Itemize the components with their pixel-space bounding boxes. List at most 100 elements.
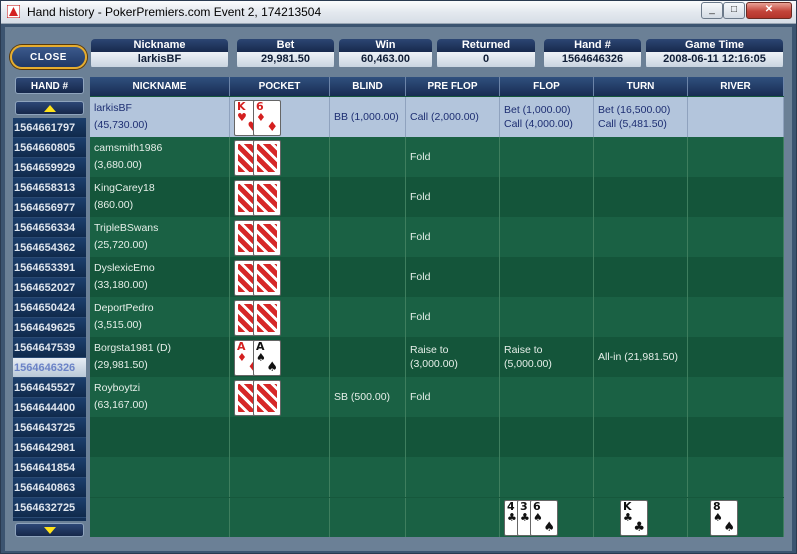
window-title: Hand history - PokerPremiers.com Event 2… <box>27 5 322 19</box>
arrow-up-icon <box>44 105 56 112</box>
hand-number-item[interactable]: 1564645527 <box>13 378 86 398</box>
cell-empty <box>594 417 688 457</box>
hand-number-item[interactable]: 1564656334 <box>13 218 86 238</box>
cell-turn: All-in (21,981.50) <box>594 337 688 377</box>
hand-number-item[interactable]: 1564650424 <box>13 298 86 318</box>
summary-label: Win <box>339 39 432 52</box>
hand-number-item[interactable]: 1564646326 <box>13 358 86 378</box>
table-row[interactable]: DyslexicEmo (33,180.00) Fold <box>90 257 784 297</box>
playing-card: A ♠ ♠ <box>253 340 281 376</box>
table-row[interactable]: camsmith1986 (3,680.00) Fold <box>90 137 784 177</box>
card-back <box>253 380 281 416</box>
hand-number-item[interactable]: 1564654362 <box>13 238 86 258</box>
title-bar[interactable]: Hand history - PokerPremiers.com Event 2… <box>1 1 796 24</box>
cell-empty <box>90 417 230 457</box>
hand-history-window: Hand history - PokerPremiers.com Event 2… <box>0 0 797 554</box>
column-header-flop[interactable]: FLOP <box>500 77 594 96</box>
summary-label: Nickname <box>91 39 228 52</box>
player-chips: (29,981.50) <box>94 359 148 371</box>
cell-nickname: DeportPedro (3,515.00) <box>90 297 230 337</box>
summary-value: 1564646326 <box>544 52 641 67</box>
table-row[interactable]: DeportPedro (3,515.00) Fold <box>90 297 784 337</box>
cell-turn <box>594 217 688 257</box>
cell-turn <box>594 137 688 177</box>
close-button[interactable]: CLOSE <box>10 45 87 69</box>
column-header-pre-flop[interactable]: PRE FLOP <box>406 77 500 96</box>
hand-number-item[interactable]: 1564644400 <box>13 398 86 418</box>
card-suit-icon: ♣ <box>507 511 517 524</box>
hand-number-item[interactable]: 1564641854 <box>13 458 86 478</box>
scroll-up-button[interactable] <box>15 101 84 115</box>
action-preflop: Fold <box>410 271 431 283</box>
summary-hand: Hand #1564646326 <box>544 39 641 69</box>
cell-pre-flop: Raise to (3,000.00) <box>406 337 500 377</box>
action-preflop: Fold <box>410 231 431 243</box>
board-cards-row: 4♣♣3♣♣6♠♠K♣♣8♠♠ <box>90 498 784 537</box>
hand-number-item[interactable]: 1564632725 <box>13 498 86 518</box>
maximize-button[interactable]: □ <box>723 2 745 19</box>
blind-amount: SB (500.00) <box>334 391 391 403</box>
summary-nickname: Nickname larkisBF <box>91 39 228 69</box>
app-logo-icon <box>7 5 20 18</box>
action-turn: Call (5,481.50) <box>598 118 667 130</box>
card-suit-icon: ♣ <box>520 511 530 524</box>
column-header-turn[interactable]: TURN <box>594 77 688 96</box>
action-preflop: Raise to <box>410 344 449 356</box>
summary-label: Game Time <box>646 39 783 52</box>
cell-river <box>688 377 784 417</box>
table-row[interactable]: Royboytzi (63,167.00) SB (500.00) Fold <box>90 377 784 417</box>
summary-label: Bet <box>237 39 334 52</box>
table-row[interactable]: KingCarey18 (860.00) Fold <box>90 177 784 217</box>
table-header: NICKNAME POCKET BLIND PRE FLOP FLOP TURN RIVER <box>90 77 784 96</box>
column-header-river[interactable]: RIVER <box>688 77 784 96</box>
hand-number-item[interactable]: 1564652027 <box>13 278 86 298</box>
table-row[interactable]: larkisBF(45,730.00)K♥♥6♦♦BB (1,000.00)Ca… <box>90 97 784 137</box>
hand-number-item[interactable]: 1564656977 <box>13 198 86 218</box>
hand-number-item[interactable]: 1564647539 <box>13 338 86 358</box>
cell-turn: Bet (16,500.00) Call (5,481.50) <box>594 97 688 137</box>
hand-number-item[interactable]: 1564643725 <box>13 418 86 438</box>
hand-number-item[interactable]: 1564653391 <box>13 258 86 278</box>
player-name: DeportPedro <box>94 302 154 314</box>
cell-empty <box>500 417 594 457</box>
cell-blind <box>330 177 406 217</box>
scroll-down-button[interactable] <box>15 523 84 537</box>
cell-pocket <box>230 217 330 257</box>
card-back <box>253 180 281 216</box>
cell-turn <box>594 377 688 417</box>
column-header-blind[interactable]: BLIND <box>330 77 406 96</box>
summary-game-time: Game Time 2008-06-11 12:16:05 <box>646 39 783 69</box>
hand-number-item[interactable]: 1564660805 <box>13 138 86 158</box>
cell-river <box>688 137 784 177</box>
player-chips: (860.00) <box>94 199 134 211</box>
card-back <box>253 140 281 176</box>
minimize-button[interactable]: _ <box>701 2 723 19</box>
table-row[interactable]: TripleBSwans (25,720.00) Fold <box>90 217 784 257</box>
hand-history-table: NICKNAME POCKET BLIND PRE FLOP FLOP TURN RIVER… <box>90 77 784 537</box>
column-header-pocket[interactable]: POCKET <box>230 77 330 96</box>
cell-turn <box>594 257 688 297</box>
cell-flop <box>500 377 594 417</box>
hand-number-item[interactable]: 1564659929 <box>13 158 86 178</box>
hand-number-list[interactable]: 1564661797 1564660805 1564659929 1564658313… <box>13 118 86 521</box>
cell-blind <box>330 257 406 297</box>
cell-empty <box>500 457 594 497</box>
hand-number-item[interactable]: 1564640863 <box>13 478 86 498</box>
board-cell <box>90 498 230 537</box>
hand-number-item[interactable]: 1564661797 <box>13 118 86 138</box>
cell-empty <box>594 457 688 497</box>
hand-number-item[interactable]: 1564649625 <box>13 318 86 338</box>
cell-river <box>688 297 784 337</box>
hand-number-item[interactable]: 1564642981 <box>13 438 86 458</box>
summary-label: Hand # <box>544 39 641 52</box>
card-back <box>253 300 281 336</box>
window-close-button[interactable]: ✕ <box>746 2 792 19</box>
action-preflop: Fold <box>410 191 431 203</box>
hand-number-item[interactable]: 1564658313 <box>13 178 86 198</box>
cell-nickname: Royboytzi (63,167.00) <box>90 377 230 417</box>
cell-pre-flop: Fold <box>406 297 500 337</box>
card-suit-large-icon: ♠ <box>723 520 735 535</box>
table-row[interactable]: Borgsta1981 (D)(29,981.50)A♦♦A♠♠Raise to… <box>90 337 784 377</box>
column-header-nickname[interactable]: NICKNAME <box>90 77 230 96</box>
card-suit-icon: ♠ <box>256 351 266 364</box>
